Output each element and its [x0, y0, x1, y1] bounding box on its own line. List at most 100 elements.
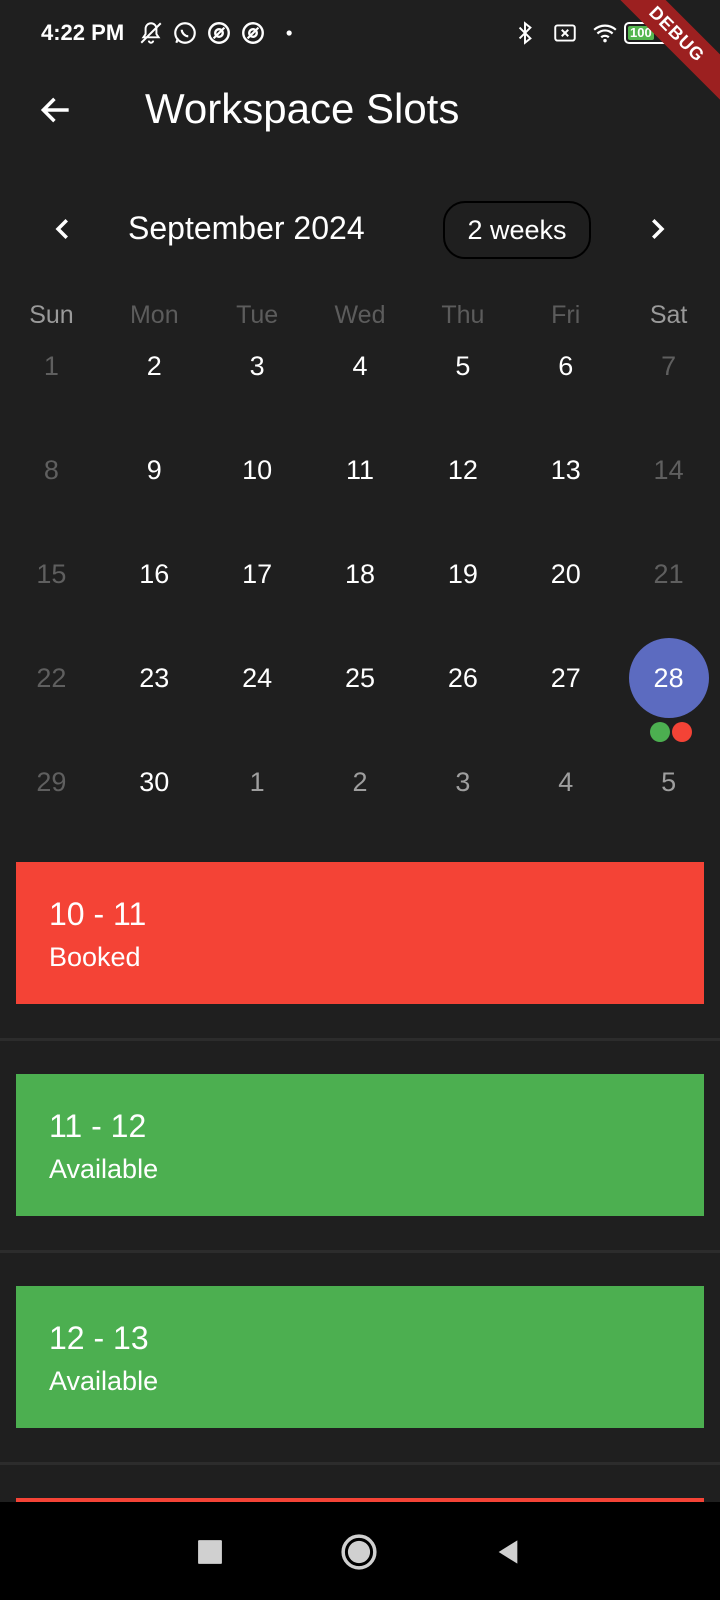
day-number: 1 [249, 767, 265, 797]
calendar-day[interactable]: 20 [514, 536, 617, 640]
slot-time: 11 - 12 [49, 1108, 147, 1144]
calendar-day[interactable]: 5 [411, 328, 514, 432]
system-nav-bar [0, 1502, 720, 1600]
slot-time: 10 - 11 [49, 896, 147, 932]
back-nav-button[interactable] [484, 1528, 532, 1576]
bluetooth-icon [518, 21, 532, 45]
calendar-day[interactable]: 24 [206, 640, 309, 744]
day-number: 5 [455, 351, 471, 381]
previous-month-button[interactable] [38, 204, 88, 254]
calendar-day[interactable]: 2 [103, 328, 206, 432]
calendar-day[interactable]: 30 [103, 744, 206, 848]
calendar-day[interactable]: 3 [206, 328, 309, 432]
week-row: 15 16 17 18 19 20 21 [0, 536, 720, 640]
slot-card[interactable]: 12 - 13 Available [16, 1286, 704, 1428]
calendar-day[interactable]: 25 [309, 640, 412, 744]
square-icon [198, 1540, 222, 1564]
circle-icon [341, 1534, 377, 1570]
calendar-day[interactable]: 9 [103, 432, 206, 536]
slot-status: Available [49, 1154, 159, 1184]
calendar-day[interactable]: 3 [411, 744, 514, 848]
app-bar: Workspace Slots [0, 70, 720, 150]
day-number: 1 [43, 351, 59, 381]
home-button[interactable] [335, 1528, 383, 1576]
calendar-day[interactable]: 18 [309, 536, 412, 640]
calendar-day[interactable]: 13 [514, 432, 617, 536]
day-number: 21 [653, 559, 684, 589]
notification-icons [138, 20, 300, 46]
calendar-day[interactable]: 8 [0, 432, 103, 536]
calendar-format-button[interactable]: 2 weeks [443, 201, 591, 259]
day-number: 26 [447, 663, 478, 693]
day-number: 11 [345, 455, 375, 485]
day-number: 25 [344, 663, 376, 693]
slot-time: 12 - 13 [49, 1320, 149, 1356]
recents-button[interactable] [186, 1528, 234, 1576]
week-row: 29 30 1 2 3 4 5 [0, 744, 720, 848]
calendar-day[interactable]: 7 [617, 328, 720, 432]
day-number: 2 [146, 351, 162, 381]
page-title: Workspace Slots [145, 85, 460, 132]
calendar-day[interactable]: 21 [617, 536, 720, 640]
slot-card[interactable]: 10 - 11 Booked [16, 862, 704, 1004]
day-number: 27 [550, 663, 581, 693]
day-number: 14 [653, 455, 684, 485]
status-time: 4:22 PM [41, 20, 125, 45]
calendar-day[interactable]: 6 [514, 328, 617, 432]
day-number: 15 [36, 559, 67, 589]
day-number: 16 [139, 559, 170, 589]
slot-status: Available [49, 1366, 159, 1396]
day-number: 4 [352, 351, 368, 381]
no-sim-icon [554, 24, 576, 42]
chevron-right-icon [652, 219, 665, 239]
day-number: 20 [550, 559, 581, 589]
at-icon [208, 22, 230, 44]
day-number: 2 [352, 767, 368, 797]
calendar-day[interactable]: 22 [0, 640, 103, 744]
calendar-day[interactable]: 1 [0, 328, 103, 432]
day-number: 7 [661, 351, 677, 381]
arrow-back-icon [40, 97, 69, 123]
calendar-day[interactable]: 2 [309, 744, 412, 848]
calendar-day[interactable]: 1 [206, 744, 309, 848]
day-number: 9 [146, 455, 162, 485]
calendar-day[interactable]: 10 [206, 432, 309, 536]
calendar-day[interactable]: 4 [514, 744, 617, 848]
day-number: 28 [628, 638, 709, 718]
at-icon [242, 22, 264, 44]
slot-card[interactable]: 11 - 12 Available [16, 1074, 704, 1216]
calendar-day[interactable]: 17 [206, 536, 309, 640]
day-number: 29 [36, 767, 67, 797]
calendar-day[interactable]: 29 [0, 744, 103, 848]
event-marker-dot [672, 722, 692, 742]
day-number: 12 [447, 455, 478, 485]
back-button[interactable] [26, 80, 86, 140]
calendar-day[interactable]: 23 [103, 640, 206, 744]
calendar-day[interactable]: 14 [617, 432, 720, 536]
day-number: 3 [455, 767, 471, 797]
triangle-back-icon [498, 1540, 518, 1564]
calendar-day[interactable]: 12 [411, 432, 514, 536]
week-row: 1 2 3 4 5 6 7 [0, 328, 720, 432]
chevron-left-icon [55, 219, 68, 239]
divider [0, 1462, 720, 1465]
day-number: 8 [43, 455, 59, 485]
calendar-day[interactable]: 5 [617, 744, 720, 848]
calendar-day[interactable]: 27 [514, 640, 617, 744]
day-number: 19 [447, 559, 478, 589]
day-number: 23 [139, 663, 170, 693]
whatsapp-icon [174, 22, 196, 44]
next-month-button[interactable] [632, 204, 682, 254]
day-number: 13 [550, 455, 581, 485]
day-number: 5 [661, 767, 677, 797]
day-number: 10 [242, 455, 273, 485]
calendar-day[interactable]: 15 [0, 536, 103, 640]
calendar-day[interactable]: 4 [309, 328, 412, 432]
calendar-day[interactable]: 16 [103, 536, 206, 640]
slot-status: Booked [49, 942, 141, 972]
calendar-day[interactable]: 26 [411, 640, 514, 744]
calendar-day[interactable]: 19 [411, 536, 514, 640]
day-number: 6 [558, 351, 574, 381]
calendar-day[interactable]: 11 [309, 432, 412, 536]
event-markers [650, 722, 692, 742]
